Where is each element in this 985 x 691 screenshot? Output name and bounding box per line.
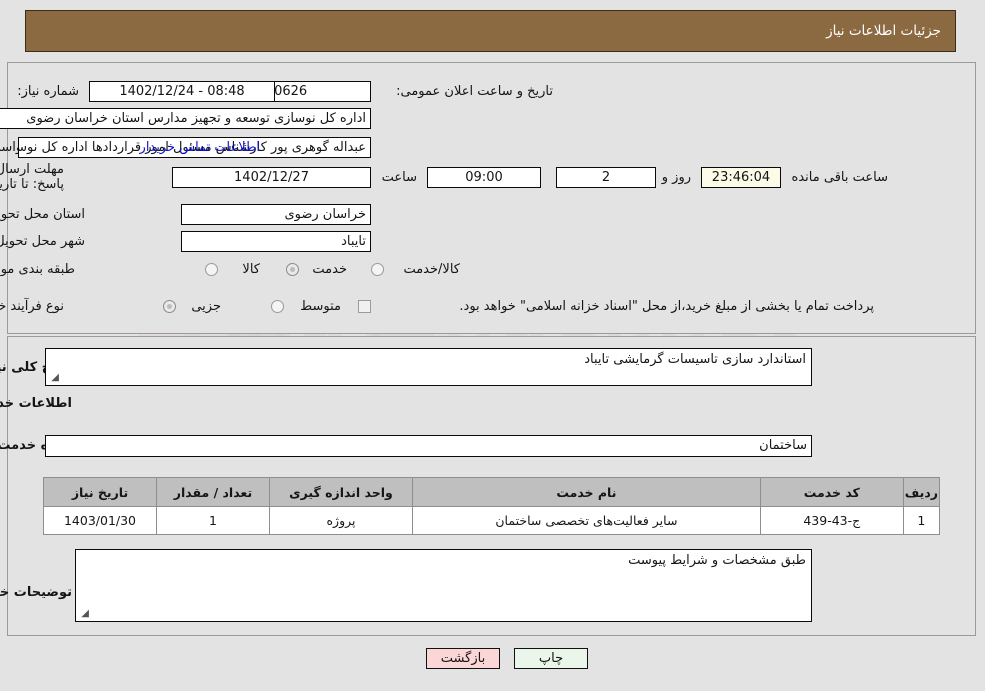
buyer-notes-label: توضیحات خریدار:	[0, 585, 73, 600]
th-unit: واحد اندازه گیری	[270, 477, 414, 507]
radio-category-kala-label: کالا	[243, 262, 261, 277]
treasury-note: پرداخت تمام یا بخشی از مبلغ خرید،از محل …	[460, 299, 875, 314]
page-title: جزئیات اطلاعات نیاز	[827, 23, 942, 39]
th-service-name: نام خدمت	[413, 477, 762, 507]
cell-service-code: ج-43-439	[760, 506, 905, 535]
buyer-notes-value: طبق مشخصات و شرایط پیوست	[629, 553, 807, 568]
back-button[interactable]: بازگشت	[427, 648, 501, 669]
table-row: 1 ج-43-439 سایر فعالیت‌های تخصصی ساختمان…	[44, 506, 942, 535]
table-header-row: ردیف کد خدمت نام خدمت واحد اندازه گیری ت…	[44, 477, 942, 507]
cell-radif: 1	[903, 506, 942, 535]
buyer-org-value: اداره کل نوسازی توسعه و تجهیز مدارس استا…	[0, 108, 372, 129]
service-group-value: ساختمان	[46, 435, 813, 457]
th-quantity: تعداد / مقدار	[157, 477, 271, 507]
days-remaining-value: 2	[557, 167, 657, 188]
city-label: شهر محل تحویل:	[0, 234, 86, 249]
deadline-date-value: 1402/12/27	[173, 167, 372, 188]
hours-remaining-label: ساعت باقی مانده	[792, 170, 889, 185]
public-announce-value: 08:48 - 1402/12/24	[90, 81, 276, 102]
deadline-label: مهلت ارسال پاسخ: تا تاریخ:	[0, 162, 65, 192]
need-number-label: شماره نیاز:	[18, 84, 80, 99]
general-need-value: استاندارد سازی تاسیسات گرمایشی تایباد	[585, 352, 807, 367]
cell-quantity: 1	[157, 506, 271, 535]
province-label: استان محل تحویل:	[0, 207, 86, 222]
buyer-contact-link[interactable]: اطلاعات تماس خریدار	[141, 140, 261, 155]
print-button[interactable]: چاپ	[515, 648, 589, 669]
cell-unit: پروژه	[270, 506, 414, 535]
deadline-hour-value: 09:00	[428, 167, 542, 188]
province-value: خراسان رضوی	[182, 204, 372, 225]
radio-process-motevasset-label: متوسط	[301, 299, 342, 314]
resize-handle-icon[interactable]: ◢	[80, 609, 90, 619]
page-header: جزئیات اطلاعات نیاز	[26, 10, 957, 52]
process-type-label: نوع فرآیند خرید :	[0, 299, 65, 314]
radio-process-jozei[interactable]	[164, 300, 177, 313]
days-and-label: روز و	[662, 170, 692, 185]
radio-category-kala-khedmat[interactable]	[372, 263, 385, 276]
city-value: تایباد	[182, 231, 372, 252]
cell-need-date: 1403/01/30	[44, 506, 158, 535]
countdown-value: 23:46:04	[702, 167, 782, 188]
th-service-code: کد خدمت	[760, 477, 905, 507]
services-table: ردیف کد خدمت نام خدمت واحد اندازه گیری ت…	[44, 477, 942, 535]
treasury-checkbox[interactable]	[359, 300, 372, 313]
need-summary-panel	[8, 62, 977, 334]
cell-service-name: سایر فعالیت‌های تخصصی ساختمان	[413, 506, 762, 535]
th-radif: ردیف	[903, 477, 942, 507]
resize-handle-icon[interactable]: ◢	[50, 373, 60, 383]
radio-process-motevasset[interactable]	[272, 300, 285, 313]
services-section-title: اطلاعات خدمات مورد نیاز	[0, 396, 73, 411]
radio-category-kala[interactable]	[206, 263, 219, 276]
category-label: طبقه بندی موضوعی:	[0, 262, 76, 277]
radio-category-khedmat[interactable]	[287, 263, 300, 276]
radio-category-khedmat-label: خدمت	[313, 262, 348, 277]
general-need-textarea[interactable]: استاندارد سازی تاسیسات گرمایشی تایباد ◢	[46, 348, 813, 386]
hour-label: ساعت	[382, 170, 418, 185]
th-need-date: تاریخ نیاز	[44, 477, 158, 507]
public-announce-label: تاریخ و ساعت اعلان عمومی:	[397, 84, 554, 99]
buyer-notes-textarea[interactable]: طبق مشخصات و شرایط پیوست ◢	[76, 549, 813, 622]
radio-process-jozei-label: جزیی	[192, 299, 222, 314]
radio-category-kala-khedmat-label: کالا/خدمت	[404, 262, 461, 277]
